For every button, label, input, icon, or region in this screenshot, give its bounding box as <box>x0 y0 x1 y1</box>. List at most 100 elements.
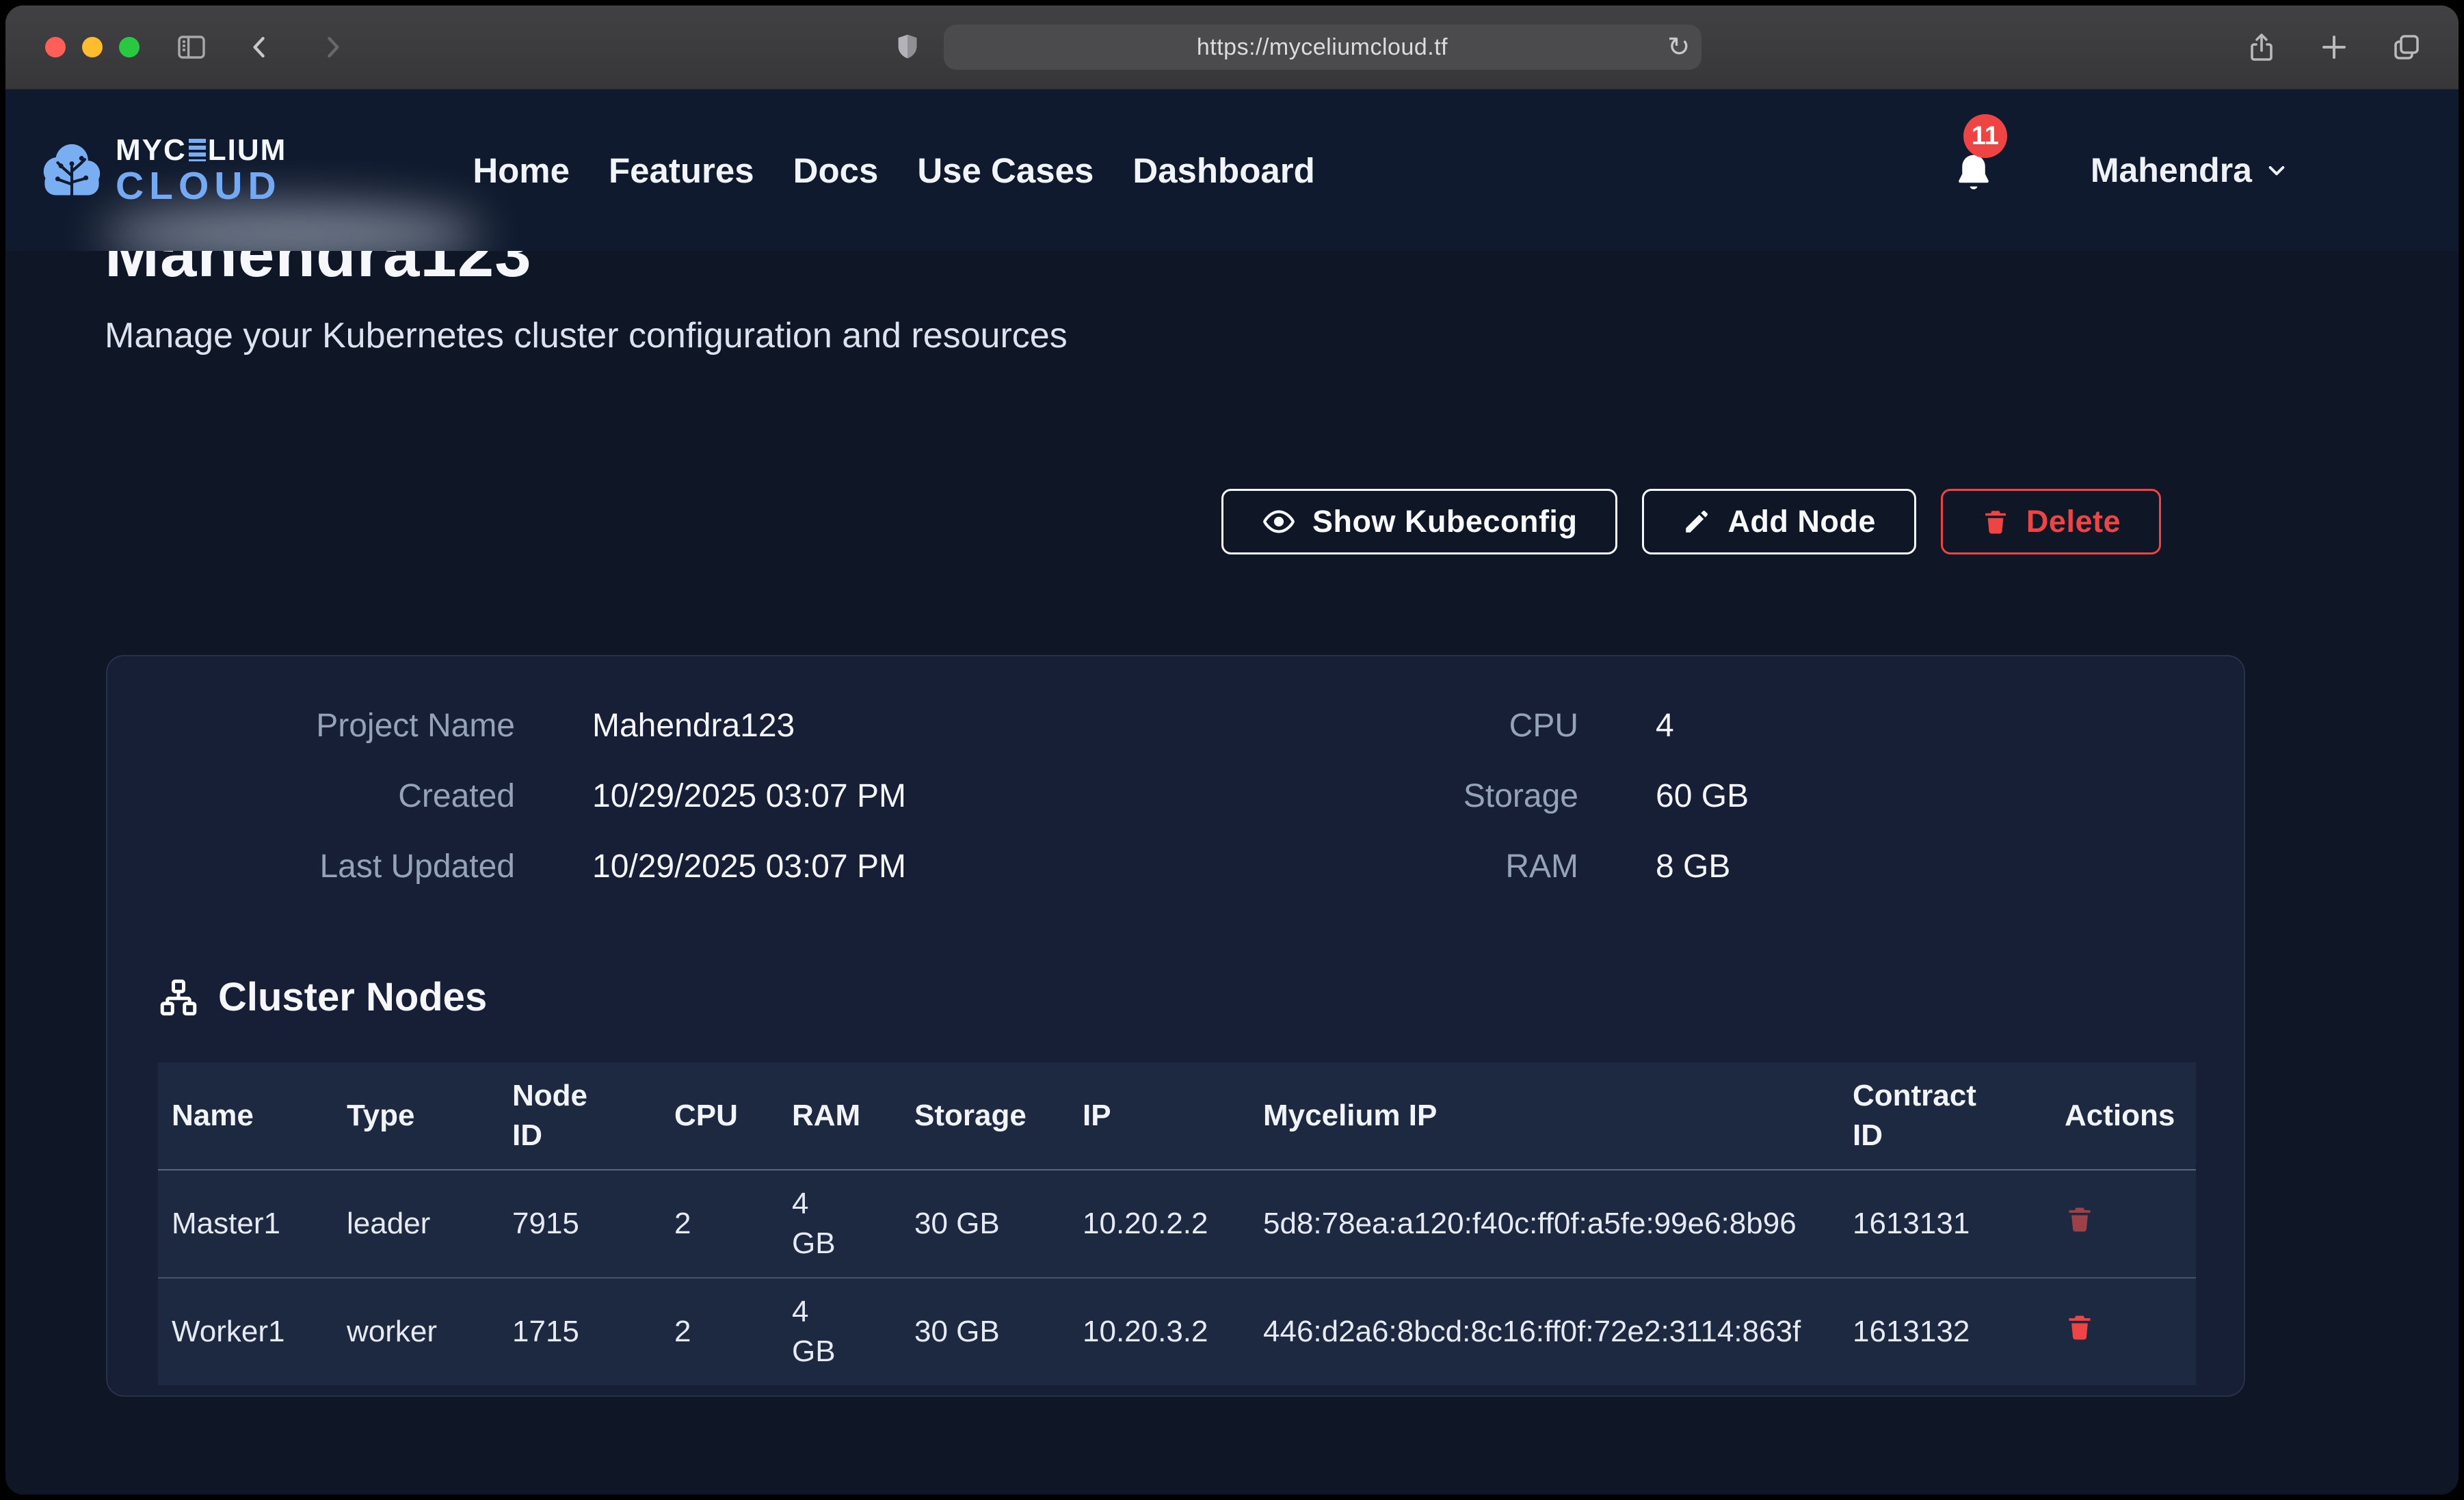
node-cell: 30 GB <box>901 1278 1069 1385</box>
cluster-actions: Show Kubeconfig Add Node Delete <box>1221 489 2161 554</box>
info-value: 10/29/2025 03:07 PM <box>592 777 906 815</box>
notification-badge: 11 <box>1963 114 2007 158</box>
mycelium-cloud-logo-icon <box>39 139 105 202</box>
notifications-button[interactable]: 11 <box>1952 144 2000 196</box>
show-kubeconfig-button[interactable]: Show Kubeconfig <box>1221 489 1617 554</box>
node-cell: 1613132 <box>1839 1278 2051 1385</box>
nodes-table-header-row: NameTypeNode IDCPURAMStorageIPMycelium I… <box>158 1062 2196 1170</box>
node-cell: 1613131 <box>1839 1170 2051 1278</box>
column-header-type: Type <box>333 1062 499 1170</box>
info-row: Last Updated 10/29/2025 03:07 PM <box>158 848 1177 885</box>
trash-icon <box>2065 1312 2095 1342</box>
eye-icon <box>1262 505 1296 539</box>
column-header-ram: RAM <box>778 1062 901 1170</box>
node-actions-cell <box>2051 1278 2196 1385</box>
node-row: Master1leader791524 GB30 GB10.20.2.25d8:… <box>158 1170 2196 1278</box>
info-label: Project Name <box>158 707 515 745</box>
column-header-storage: Storage <box>901 1062 1069 1170</box>
info-label: CPU <box>1177 707 1578 745</box>
logo-wordmark-bottom: CLOUD <box>116 167 287 206</box>
privacy-shield-icon[interactable] <box>892 31 923 63</box>
info-row: CPU4 <box>1177 707 2196 745</box>
user-name: Mahendra <box>2091 150 2252 190</box>
nodes-table: NameTypeNode IDCPURAMStorageIPMycelium I… <box>158 1062 2196 1385</box>
nav-link-home[interactable]: Home <box>473 150 570 191</box>
reload-icon[interactable]: ↻ <box>1667 34 1691 61</box>
info-value: 10/29/2025 03:07 PM <box>592 848 906 885</box>
url-text: https://myceliumcloud.tf <box>1197 34 1448 61</box>
nav-link-docs[interactable]: Docs <box>793 150 879 191</box>
column-header-cpu: CPU <box>661 1062 778 1170</box>
node-cell: 30 GB <box>901 1170 1069 1278</box>
info-label: Storage <box>1177 777 1578 815</box>
info-label: Created <box>158 777 515 815</box>
tab-overview-icon[interactable] <box>2390 31 2423 64</box>
nav-links: Home Features Docs Use Cases Dashboard <box>473 150 1314 191</box>
cluster-info-card: Project Name Mahendra123 Created 10/29/2025… <box>106 655 2245 1397</box>
column-header-mycelium-ip: Mycelium IP <box>1249 1062 1839 1170</box>
brand-logo[interactable]: MYCLIUM CLOUD <box>39 135 287 206</box>
page-subtitle: Manage your Kubernetes cluster configura… <box>105 315 1068 356</box>
node-cell: worker <box>333 1278 499 1385</box>
nav-link-features[interactable]: Features <box>609 150 754 191</box>
nav-link-use-cases[interactable]: Use Cases <box>917 150 1094 191</box>
node-cell: 2 <box>661 1170 778 1278</box>
node-cell: 10.20.3.2 <box>1069 1278 1249 1385</box>
close-window-button[interactable] <box>45 37 66 57</box>
sidebar-toggle-icon[interactable] <box>175 31 208 64</box>
node-cell: 10.20.2.2 <box>1069 1170 1249 1278</box>
node-row: Worker1worker171524 GB30 GB10.20.3.2446:… <box>158 1278 2196 1385</box>
minimize-window-button[interactable] <box>82 37 103 57</box>
user-menu[interactable]: Mahendra <box>2091 150 2288 190</box>
info-row: Storage60 GB <box>1177 777 2196 815</box>
nodes-table-body: Master1leader791524 GB30 GB10.20.2.25d8:… <box>158 1170 2196 1385</box>
nav-link-dashboard[interactable]: Dashboard <box>1132 150 1314 191</box>
trash-icon <box>2065 1204 2095 1234</box>
column-header-ip: IP <box>1069 1062 1249 1170</box>
share-icon[interactable] <box>2245 31 2278 64</box>
add-node-button[interactable]: Add Node <box>1642 489 1916 554</box>
network-icon <box>158 977 199 1018</box>
delete-node-button[interactable] <box>2065 1312 2095 1342</box>
traffic-lights <box>45 37 140 57</box>
info-value: Mahendra123 <box>592 707 795 745</box>
column-header-contract-id: Contract ID <box>1839 1062 2051 1170</box>
forward-button[interactable] <box>317 32 347 62</box>
back-button[interactable] <box>245 32 275 62</box>
browser-window: https://myceliumcloud.tf ↻ Mahendra123 M… <box>5 5 2459 1495</box>
node-cell: 4 GB <box>778 1278 901 1385</box>
app-content: Mahendra123 Manage your Kubernetes clust… <box>5 90 2459 1495</box>
info-right: CPU4 Storage60 GB RAM 8 GB <box>1177 707 2196 885</box>
info-label: RAM <box>1177 848 1578 885</box>
info-row: Created 10/29/2025 03:07 PM <box>158 777 1177 815</box>
node-cell: 1715 <box>499 1278 661 1385</box>
cluster-nodes-header: Cluster Nodes <box>158 974 2193 1020</box>
info-row: RAM 8 GB <box>1177 848 2196 885</box>
logo-wordmark-top: MYCLIUM <box>116 135 287 165</box>
column-header-actions: Actions <box>2051 1062 2196 1170</box>
node-actions-cell <box>2051 1170 2196 1278</box>
info-left: Project Name Mahendra123 Created 10/29/2025… <box>158 707 1177 885</box>
chevron-down-icon <box>2266 159 2288 181</box>
address-bar[interactable]: https://myceliumcloud.tf ↻ <box>944 25 1701 70</box>
section-title: Cluster Nodes <box>218 974 487 1020</box>
delete-cluster-button[interactable]: Delete <box>1941 489 2161 554</box>
node-cell: Master1 <box>158 1170 333 1278</box>
node-cell: 5d8:78ea:a120:f40c:ff0f:a5fe:99e6:8b96 <box>1249 1170 1839 1278</box>
node-cell: 4 GB <box>778 1170 901 1278</box>
info-label: Last Updated <box>158 848 515 885</box>
top-navbar: MYCLIUM CLOUD Home Features Docs Use Cases D… <box>5 90 2459 251</box>
blurred-title-smudge <box>100 204 483 251</box>
node-cell: leader <box>333 1170 499 1278</box>
info-row: Project Name Mahendra123 <box>158 707 1177 745</box>
delete-node-button[interactable] <box>2065 1204 2095 1234</box>
browser-chrome: https://myceliumcloud.tf ↻ <box>5 5 2459 90</box>
pencil-icon <box>1682 507 1711 536</box>
info-value: 8 GB <box>1656 848 1730 885</box>
new-tab-icon[interactable] <box>2318 31 2350 64</box>
trash-icon <box>1981 507 2010 536</box>
zoom-window-button[interactable] <box>119 37 140 57</box>
node-cell: 2 <box>661 1278 778 1385</box>
node-cell: 446:d2a6:8bcd:8c16:ff0f:72e2:3114:863f <box>1249 1278 1839 1385</box>
node-cell: Worker1 <box>158 1278 333 1385</box>
